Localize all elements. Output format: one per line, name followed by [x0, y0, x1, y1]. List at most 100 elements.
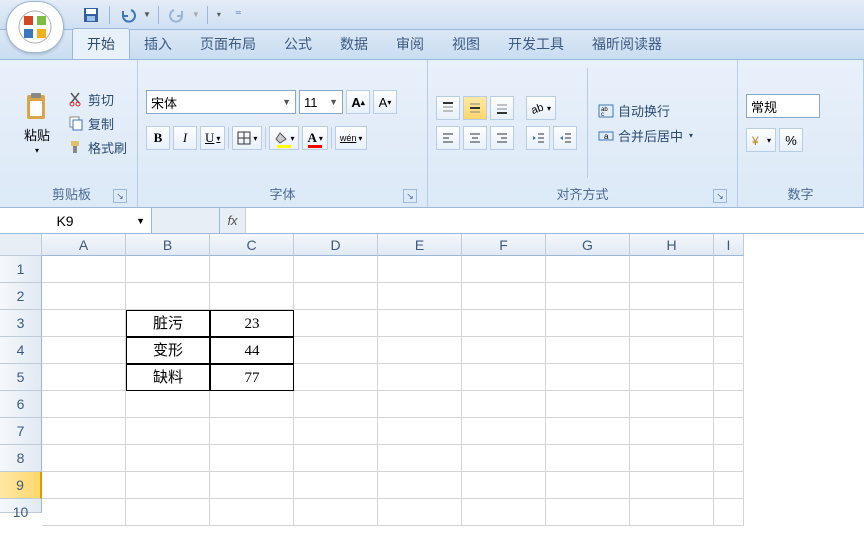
- cell[interactable]: [378, 472, 462, 499]
- cell[interactable]: [294, 364, 378, 391]
- cell[interactable]: [630, 472, 714, 499]
- cell[interactable]: [714, 283, 744, 310]
- cell[interactable]: 变形: [126, 337, 210, 364]
- cell[interactable]: [378, 337, 462, 364]
- cell[interactable]: [378, 499, 462, 526]
- cell[interactable]: [210, 283, 294, 310]
- cell[interactable]: [630, 445, 714, 472]
- qat-customize-icon[interactable]: ▾: [217, 10, 221, 19]
- save-icon[interactable]: [80, 4, 102, 26]
- wrap-text-button[interactable]: abc自动换行: [598, 101, 693, 120]
- cell[interactable]: [42, 418, 126, 445]
- cell[interactable]: [210, 472, 294, 499]
- col-header[interactable]: C: [210, 234, 294, 256]
- cell[interactable]: [546, 499, 630, 526]
- shrink-font-button[interactable]: A▾: [373, 90, 397, 114]
- font-name-combo[interactable]: 宋体▼: [146, 90, 296, 114]
- cell[interactable]: [462, 418, 546, 445]
- row-header[interactable]: 8: [0, 445, 42, 472]
- cell[interactable]: [462, 337, 546, 364]
- align-middle-button[interactable]: [463, 96, 487, 120]
- borders-button[interactable]: ▾: [232, 126, 262, 150]
- cell[interactable]: [630, 337, 714, 364]
- cell[interactable]: [42, 283, 126, 310]
- cell[interactable]: [546, 364, 630, 391]
- cell[interactable]: [714, 472, 744, 499]
- col-header[interactable]: A: [42, 234, 126, 256]
- align-center-button[interactable]: [463, 126, 487, 150]
- cell[interactable]: [42, 364, 126, 391]
- cell[interactable]: [462, 499, 546, 526]
- cell[interactable]: [42, 445, 126, 472]
- cell[interactable]: [294, 310, 378, 337]
- row-header[interactable]: 5: [0, 364, 42, 391]
- alignment-launcher-icon[interactable]: ↘: [713, 189, 727, 203]
- cell[interactable]: [294, 418, 378, 445]
- cell[interactable]: [126, 391, 210, 418]
- cell[interactable]: [714, 391, 744, 418]
- cell[interactable]: [630, 310, 714, 337]
- cell[interactable]: [294, 391, 378, 418]
- cell[interactable]: [462, 283, 546, 310]
- cell[interactable]: [630, 418, 714, 445]
- office-button[interactable]: [6, 1, 64, 53]
- cell[interactable]: [42, 472, 126, 499]
- cell[interactable]: [378, 391, 462, 418]
- align-bottom-button[interactable]: [490, 96, 514, 120]
- cell[interactable]: [462, 472, 546, 499]
- row-header[interactable]: 2: [0, 283, 42, 310]
- row-header[interactable]: 10: [0, 499, 42, 513]
- cell[interactable]: [378, 283, 462, 310]
- cell[interactable]: [294, 283, 378, 310]
- cell[interactable]: [210, 445, 294, 472]
- cell[interactable]: [126, 499, 210, 526]
- cell[interactable]: [126, 418, 210, 445]
- tab-5[interactable]: 审阅: [382, 29, 438, 59]
- align-right-button[interactable]: [490, 126, 514, 150]
- copy-button[interactable]: 复制: [66, 113, 129, 134]
- cell[interactable]: [42, 391, 126, 418]
- italic-button[interactable]: I: [173, 126, 197, 150]
- cell[interactable]: [630, 364, 714, 391]
- cell[interactable]: [462, 391, 546, 418]
- cell[interactable]: [42, 499, 126, 526]
- tab-8[interactable]: 福昕阅读器: [578, 29, 676, 59]
- cell[interactable]: [294, 337, 378, 364]
- underline-button[interactable]: U▾: [200, 126, 225, 150]
- row-header[interactable]: 7: [0, 418, 42, 445]
- tab-3[interactable]: 公式: [270, 29, 326, 59]
- tab-0[interactable]: 开始: [72, 28, 130, 59]
- phonetic-button[interactable]: wén▾: [335, 126, 368, 150]
- row-header[interactable]: 1: [0, 256, 42, 283]
- number-format-combo[interactable]: 常规: [746, 94, 820, 118]
- fx-icon[interactable]: fx: [220, 208, 246, 233]
- undo-icon[interactable]: [117, 4, 139, 26]
- fill-color-button[interactable]: ▾: [269, 126, 299, 150]
- cut-button[interactable]: 剪切: [66, 89, 129, 110]
- cell[interactable]: [294, 499, 378, 526]
- merge-center-button[interactable]: a合并后居中▾: [598, 126, 693, 145]
- clipboard-launcher-icon[interactable]: ↘: [113, 189, 127, 203]
- align-left-button[interactable]: [436, 126, 460, 150]
- cell[interactable]: [630, 499, 714, 526]
- cell[interactable]: [126, 256, 210, 283]
- font-color-button[interactable]: A▾: [302, 126, 327, 150]
- decrease-indent-button[interactable]: [526, 126, 550, 150]
- cell[interactable]: [42, 337, 126, 364]
- cell[interactable]: [42, 256, 126, 283]
- cell[interactable]: [378, 445, 462, 472]
- cell[interactable]: 77: [210, 364, 294, 391]
- cell[interactable]: [210, 391, 294, 418]
- cell[interactable]: [42, 310, 126, 337]
- col-header[interactable]: D: [294, 234, 378, 256]
- cell[interactable]: [126, 445, 210, 472]
- select-all-corner[interactable]: [0, 234, 42, 256]
- cell[interactable]: [462, 445, 546, 472]
- cell[interactable]: 脏污: [126, 310, 210, 337]
- cell[interactable]: [210, 256, 294, 283]
- accounting-format-button[interactable]: ¥▾: [746, 128, 776, 152]
- cell[interactable]: [210, 418, 294, 445]
- cell[interactable]: [378, 418, 462, 445]
- name-box[interactable]: ▼: [0, 208, 152, 233]
- cell[interactable]: 缺料: [126, 364, 210, 391]
